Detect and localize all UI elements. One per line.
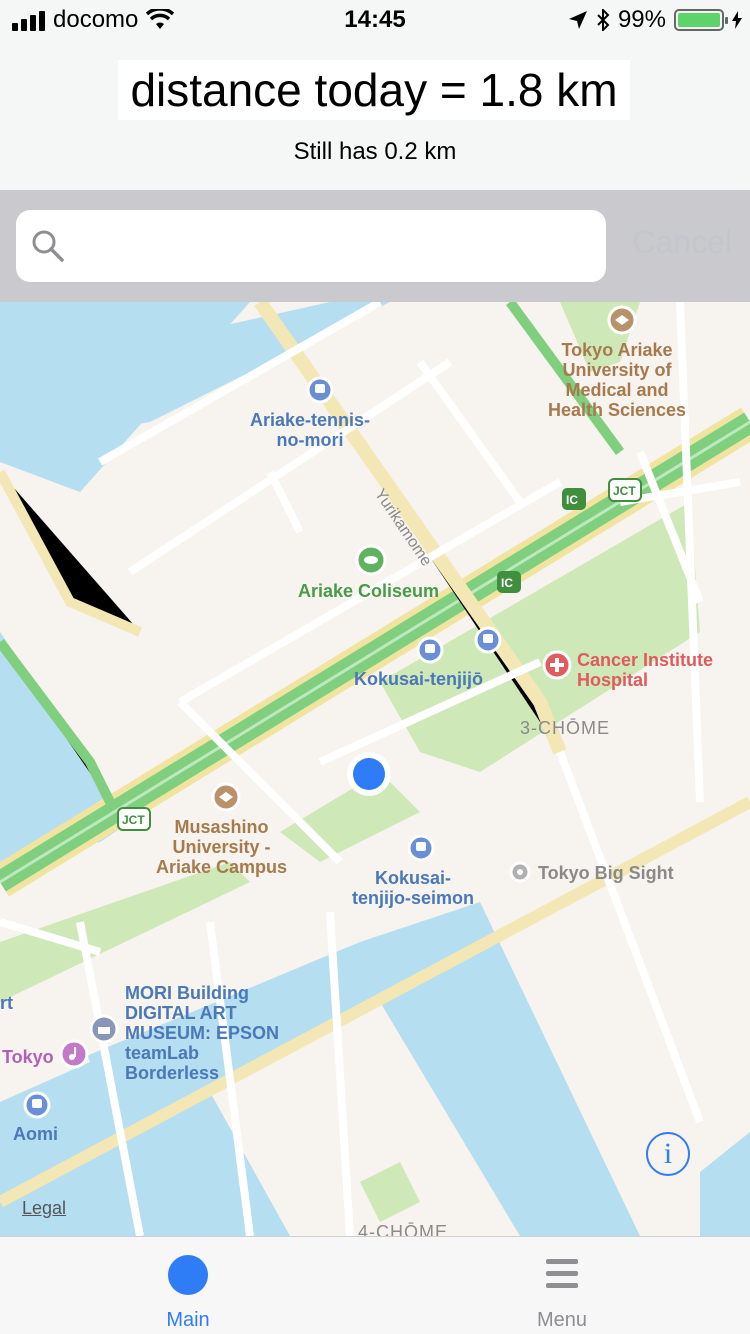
map-info-button[interactable]: i <box>646 1132 690 1176</box>
stadium-marker <box>355 544 387 576</box>
location-arrow-icon <box>568 11 587 29</box>
tab-menu-label: Menu <box>536 1309 588 1331</box>
map-label-cancer-institute-hospital[interactable]: Cancer Institute Hospital <box>577 650 713 690</box>
search-bar: Cancel <box>0 190 750 302</box>
legal-link[interactable]: Legal <box>22 1198 66 1219</box>
station-marker <box>23 1091 51 1119</box>
road-left <box>0 469 142 637</box>
university-marker <box>211 782 241 812</box>
search-input[interactable] <box>78 210 598 282</box>
location-dot-icon <box>168 1255 208 1295</box>
user-location-dot <box>347 752 391 796</box>
status-right: 99% <box>568 6 742 34</box>
map-label-mori-building-digital-art-museum[interactable]: MORI Building DIGITAL ART MUSEUM: EPSON … <box>125 983 279 1083</box>
tab-menu[interactable]: Menu <box>487 1237 637 1334</box>
map-label-aomi[interactable]: Aomi <box>13 1124 58 1144</box>
museum-marker <box>89 1014 119 1044</box>
search-field[interactable] <box>16 210 606 282</box>
battery-icon <box>674 9 728 31</box>
battery-fill <box>678 13 720 27</box>
charging-bolt-icon <box>732 11 742 29</box>
park-area-campus <box>280 772 420 862</box>
map-label-musashino-university[interactable]: Musashino University - Ariake Campus <box>156 817 287 877</box>
map-label-kokusai-tenjijo-seimon[interactable]: Kokusai- tenjijo-seimon <box>352 868 474 908</box>
map-label-rt: rt <box>0 993 13 1013</box>
battery-percent: 99% <box>617 6 666 33</box>
map-label-kokusai-tenjijo[interactable]: Kokusai-tenjijō <box>354 669 483 689</box>
landmark-marker <box>509 861 531 883</box>
map-label-ariake-tennis-no-mori[interactable]: Ariake-tennis- no-mori <box>250 410 370 450</box>
map-label-tokyo-ariake-university[interactable]: Tokyo Ariake University of Medical and H… <box>548 340 686 420</box>
status-bar: docomo 14:45 99% <box>0 0 750 40</box>
search-icon <box>32 230 64 262</box>
station-marker <box>416 636 444 664</box>
station-marker <box>306 376 334 404</box>
map-label-tokyo[interactable]: Tokyo <box>2 1047 54 1067</box>
map-view[interactable]: Tokyo Ariake University of Medical and H… <box>0 302 750 1236</box>
map-label-4-chome: 4-CHŌME <box>358 1222 449 1236</box>
map-label-ariake-coliseum[interactable]: Ariake Coliseum <box>298 581 439 601</box>
station-marker <box>474 626 502 654</box>
map-canvas <box>0 302 750 1236</box>
tab-main[interactable]: Main <box>113 1237 263 1334</box>
cancel-button[interactable]: Cancel <box>632 224 732 261</box>
distance-today-title: distance today = 1.8 km <box>118 60 630 120</box>
map-label-3-chome: 3-CHŌME <box>520 718 611 738</box>
jct-badge-label: JCT <box>122 813 145 827</box>
ic-badge-label: IC <box>501 576 513 590</box>
jct-badge-label: JCT <box>613 484 636 498</box>
water-area-right <box>700 1132 750 1236</box>
music-venue-marker <box>59 1039 89 1069</box>
hospital-marker <box>542 650 572 680</box>
hamburger-menu-icon <box>546 1259 578 1289</box>
tab-main-label: Main <box>166 1309 210 1331</box>
map-label-tokyo-big-sight[interactable]: Tokyo Big Sight <box>538 863 674 883</box>
university-marker <box>607 305 637 335</box>
ic-badge-label: IC <box>566 493 578 507</box>
distance-header: distance today = 1.8 km Still has 0.2 km <box>0 40 750 190</box>
bluetooth-icon <box>597 9 610 31</box>
station-marker <box>407 834 435 862</box>
remaining-distance-text: Still has 0.2 km <box>293 138 457 165</box>
tab-bar: Main Menu <box>0 1236 750 1334</box>
